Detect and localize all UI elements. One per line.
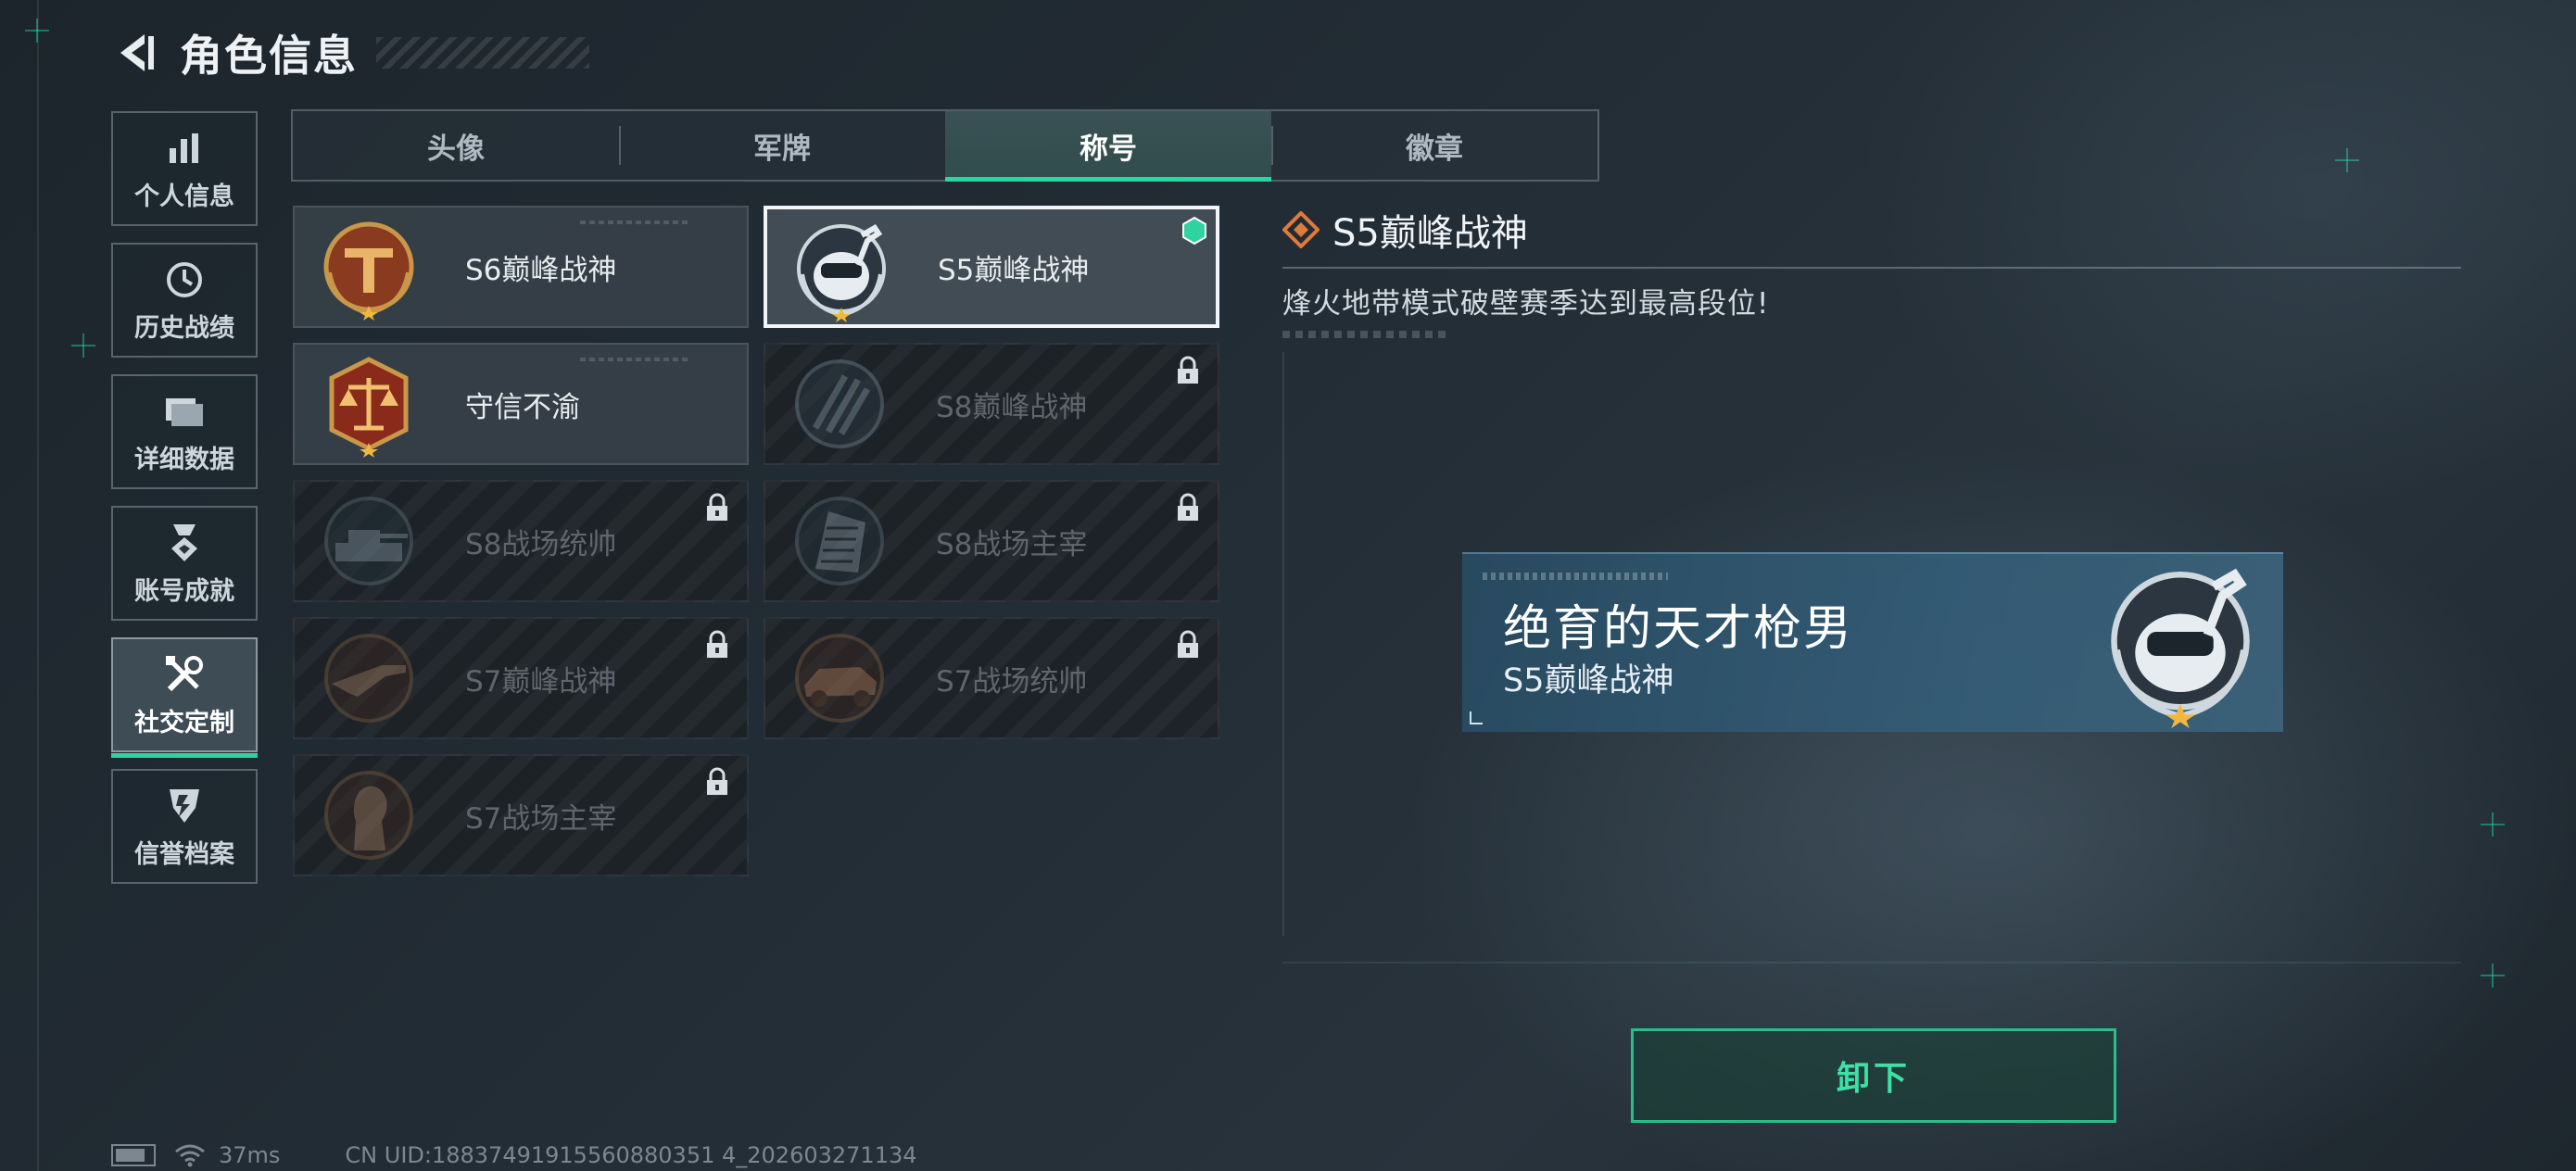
lock-icon <box>707 630 727 658</box>
sidebar-item-achievements[interactable]: 账号成就 <box>111 506 258 621</box>
lock-icon <box>707 767 727 795</box>
sidebar-item-details[interactable]: 详细数据 <box>111 374 258 489</box>
tank-badge-icon <box>324 497 413 586</box>
sidebar-item-history[interactable]: 历史战绩 <box>111 243 258 358</box>
sidebar-item-label: 个人信息 <box>134 182 234 211</box>
detail-header: S5巅峰战神 <box>1282 202 2461 258</box>
sidebar-item-label: 社交定制 <box>134 708 234 737</box>
title-name: S7巅峰战神 <box>465 664 617 699</box>
unequip-button[interactable]: 卸下 <box>1631 1028 2116 1123</box>
title-card[interactable]: S6巅峰战神 <box>293 206 749 328</box>
user-uid: CN UID:18837491915560880351 4_2026032711… <box>345 1142 917 1168</box>
vehicle-badge-icon <box>795 634 884 723</box>
s8-peak-badge-icon <box>795 359 884 448</box>
decor-crosshair <box>71 334 95 358</box>
building-badge-icon <box>795 497 884 586</box>
detail-title: S5巅峰战神 <box>1332 212 1528 255</box>
card-decoration <box>580 220 691 224</box>
sidebar-item-credit[interactable]: 信誉档案 <box>111 769 258 884</box>
sidebar-item-label: 账号成就 <box>134 576 234 606</box>
title-name: S7战场主宰 <box>465 801 617 836</box>
decor-crosshair <box>2481 812 2505 837</box>
lock-icon <box>1178 493 1198 521</box>
soldier-badge-icon <box>324 771 413 860</box>
title-name: S8战场主宰 <box>936 527 1088 561</box>
title-decoration <box>376 37 589 69</box>
sidebar-item-personal-info[interactable]: 个人信息 <box>111 111 258 226</box>
sidebar-item-label: 详细数据 <box>134 445 234 474</box>
scales-badge-icon <box>329 357 409 458</box>
header: 角色信息 <box>109 20 589 85</box>
title-card-locked[interactable]: S7战场主宰 <box>293 754 749 876</box>
detail-divider <box>1282 267 2461 269</box>
title-name: S8巅峰战神 <box>936 390 1088 424</box>
unequip-button-label: 卸下 <box>1836 1060 1911 1098</box>
sidebar: 个人信息 历史战绩 详细数据 账号成就 社交定制 信誉档案 <box>111 111 259 900</box>
title-card-locked[interactable]: S8巅峰战神 <box>764 343 1219 465</box>
history-clock-icon <box>162 258 207 302</box>
medal-icon <box>162 521 207 565</box>
s5-peak-badge-icon <box>797 224 886 322</box>
tab-title[interactable]: 称号 <box>945 111 1271 182</box>
tab-bar: 头像 军牌 称号 徽章 <box>291 109 1599 182</box>
decor-crosshair <box>2481 963 2505 988</box>
lock-icon <box>707 493 727 521</box>
diamond-rank-icon <box>1282 211 1320 248</box>
title-name: S5巅峰战神 <box>938 253 1090 287</box>
ping-value: 37ms <box>219 1142 281 1168</box>
card-decoration <box>580 358 691 361</box>
back-button[interactable] <box>109 27 161 79</box>
detail-decoration <box>1282 331 1449 338</box>
title-card[interactable]: 守信不渝 <box>293 343 749 465</box>
s6-peak-badge-icon <box>323 221 414 321</box>
title-name: S7战场统帅 <box>936 664 1088 699</box>
player-name: 绝育的天才枪男 <box>1503 601 1854 657</box>
title-detail-panel: S5巅峰战神 烽火地带模式破壁赛季达到最高段位! <box>1282 202 2461 338</box>
decor-crosshair <box>2335 148 2359 172</box>
battery-icon <box>111 1144 156 1166</box>
tab-badge[interactable]: 徽章 <box>1271 111 1597 180</box>
title-card-selected[interactable]: S5巅峰战神 <box>764 206 1219 328</box>
wifi-icon <box>175 1144 205 1167</box>
title-card-locked[interactable]: S7战场统帅 <box>764 617 1219 739</box>
sidebar-item-social-custom[interactable]: 社交定制 <box>111 637 258 758</box>
title-card-locked[interactable]: S8战场主宰 <box>764 480 1219 602</box>
title-name: 守信不渝 <box>465 390 580 424</box>
title-card-locked[interactable]: S7巅峰战神 <box>293 617 749 739</box>
sidebar-item-label: 历史战绩 <box>134 313 234 343</box>
shield-icon <box>162 784 207 828</box>
tools-icon <box>162 652 207 697</box>
nameplate-preview: 绝育的天才枪男 S5巅峰战神 <box>1462 552 2283 732</box>
decor-line <box>37 0 39 1171</box>
decor-line <box>1282 962 2461 963</box>
status-bar: 37ms CN UID:18837491915560880351 4_20260… <box>111 1141 917 1169</box>
s5-peak-badge-icon <box>2111 568 2250 728</box>
title-name: S8战场统帅 <box>465 527 617 561</box>
nameplate-decoration <box>1483 573 1668 580</box>
sidebar-item-label: 信誉档案 <box>134 839 234 869</box>
back-arrow-icon <box>120 34 154 71</box>
tab-avatar[interactable]: 头像 <box>293 111 619 180</box>
folder-icon <box>162 389 207 434</box>
rifle-badge-icon <box>324 634 413 723</box>
tab-dogtag[interactable]: 军牌 <box>619 111 945 180</box>
lock-icon <box>1178 356 1198 384</box>
title-card-locked[interactable]: S8战场统帅 <box>293 480 749 602</box>
nameplate-corner <box>1470 711 1483 724</box>
equipped-indicator-icon <box>1182 217 1206 245</box>
decor-crosshair <box>25 19 49 43</box>
title-name: S6巅峰战神 <box>465 253 617 287</box>
lock-icon <box>1178 630 1198 658</box>
page-title: 角色信息 <box>180 31 358 81</box>
player-title: S5巅峰战神 <box>1503 662 1674 699</box>
bar-chart-icon <box>162 126 207 170</box>
detail-description: 烽火地带模式破壁赛季达到最高段位! <box>1282 287 1770 321</box>
